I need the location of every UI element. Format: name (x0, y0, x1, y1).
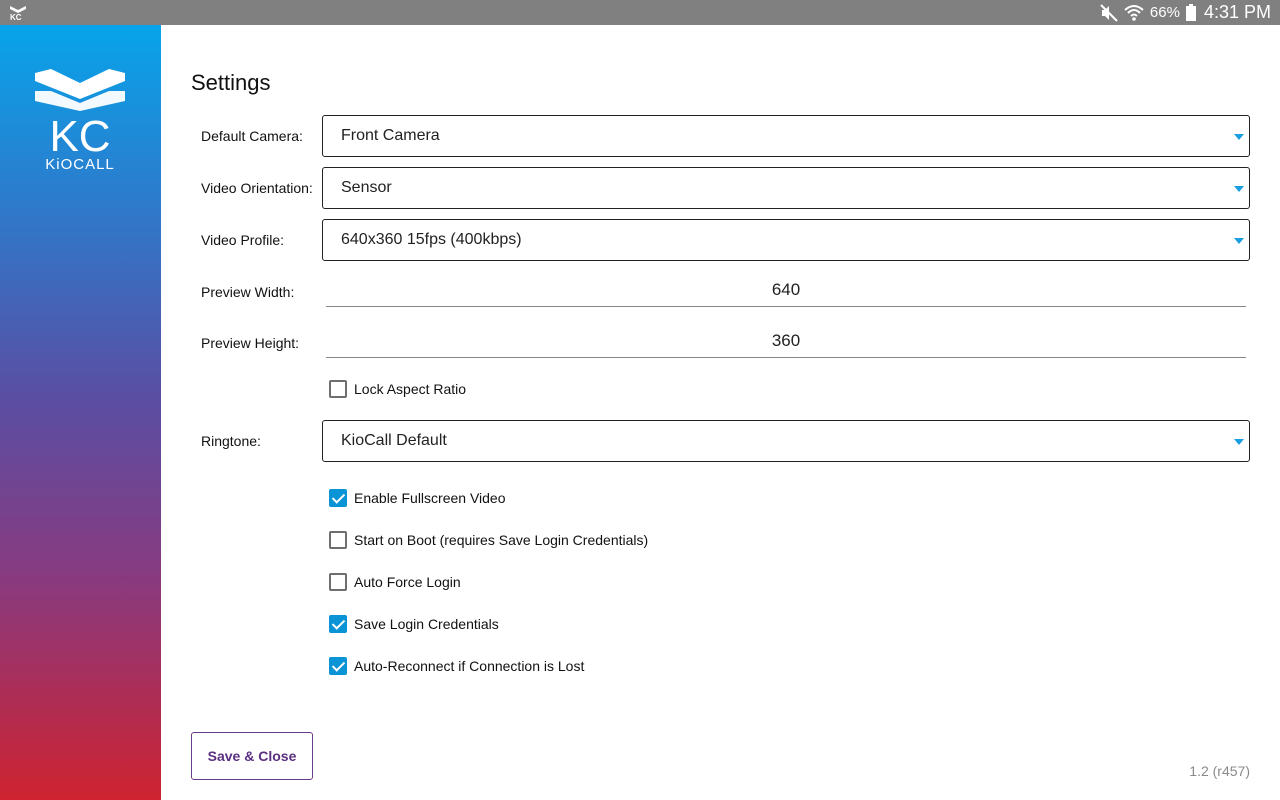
checkbox-box[interactable] (329, 489, 347, 507)
status-bar: KC 66% 4:31 PM (0, 0, 1280, 25)
save-login-credentials-checkbox[interactable]: Save Login Credentials (329, 614, 499, 634)
kiocall-logo: KC KiOCALL (35, 69, 125, 171)
auto-reconnect-checkbox[interactable]: Auto-Reconnect if Connection is Lost (329, 656, 584, 676)
ringtone-select[interactable]: KioCall Default (322, 420, 1250, 462)
battery-icon (1185, 4, 1196, 21)
preview-height-value: 360 (771, 331, 801, 350)
video-profile-label: Video Profile: (201, 232, 285, 248)
checkbox-box[interactable] (329, 531, 347, 549)
video-orientation-value: Sensor (341, 179, 392, 196)
default-camera-select[interactable]: Front Camera (322, 115, 1250, 157)
dropdown-caret-icon (1234, 238, 1244, 244)
video-profile-select[interactable]: 640x360 15fps (400kbps) (322, 219, 1250, 261)
preview-width-label: Preview Width: (201, 284, 295, 300)
version-label: 1.2 (r457) (1189, 763, 1250, 779)
option-label: Start on Boot (requires Save Login Crede… (354, 532, 649, 548)
enable-fullscreen-video-checkbox[interactable]: Enable Fullscreen Video (329, 488, 506, 508)
checkbox-box[interactable] (329, 380, 347, 398)
auto-force-login-checkbox[interactable]: Auto Force Login (329, 572, 461, 592)
clock: 4:31 PM (1203, 2, 1271, 22)
sidebar: KC KiOCALL (0, 25, 161, 800)
mute-icon (1100, 3, 1118, 22)
ringtone-value: KioCall Default (341, 432, 447, 449)
app-logo-icon: KC (10, 6, 26, 21)
settings-panel: Settings Default Camera: Front Camera Vi… (161, 25, 1280, 800)
video-orientation-label: Video Orientation: (201, 180, 313, 196)
preview-width-value: 640 (771, 280, 801, 299)
option-label: Enable Fullscreen Video (354, 490, 506, 506)
lock-aspect-ratio-checkbox[interactable]: Lock Aspect Ratio (329, 379, 466, 399)
logo-subtext: KiOCALL (45, 156, 115, 171)
save-and-close-button[interactable]: Save & Close (191, 732, 313, 780)
wifi-icon (1124, 4, 1144, 21)
preview-width-input[interactable]: 640 (326, 267, 1246, 307)
preview-height-label: Preview Height: (201, 335, 300, 351)
dropdown-caret-icon (1234, 186, 1244, 192)
option-label: Auto-Reconnect if Connection is Lost (354, 658, 585, 674)
ringtone-label: Ringtone: (201, 433, 261, 449)
svg-text:KC: KC (10, 13, 22, 21)
dropdown-caret-icon (1234, 134, 1244, 140)
preview-height-input[interactable]: 360 (326, 318, 1246, 358)
start-on-boot-checkbox[interactable]: Start on Boot (requires Save Login Crede… (329, 530, 648, 550)
dropdown-caret-icon (1234, 439, 1244, 445)
lock-aspect-ratio-label: Lock Aspect Ratio (354, 381, 467, 397)
checkbox-box[interactable] (329, 573, 347, 591)
logo-text: KC (49, 112, 110, 161)
option-label: Auto Force Login (354, 574, 461, 590)
default-camera-value: Front Camera (341, 127, 440, 144)
option-label: Save Login Credentials (354, 616, 499, 632)
video-profile-value: 640x360 15fps (400kbps) (341, 231, 522, 248)
default-camera-label: Default Camera: (201, 128, 303, 144)
page-title: Settings (191, 70, 271, 95)
video-orientation-select[interactable]: Sensor (322, 167, 1250, 209)
battery-percent: 66% (1149, 4, 1180, 21)
checkbox-box[interactable] (329, 657, 347, 675)
checkbox-box[interactable] (329, 615, 347, 633)
